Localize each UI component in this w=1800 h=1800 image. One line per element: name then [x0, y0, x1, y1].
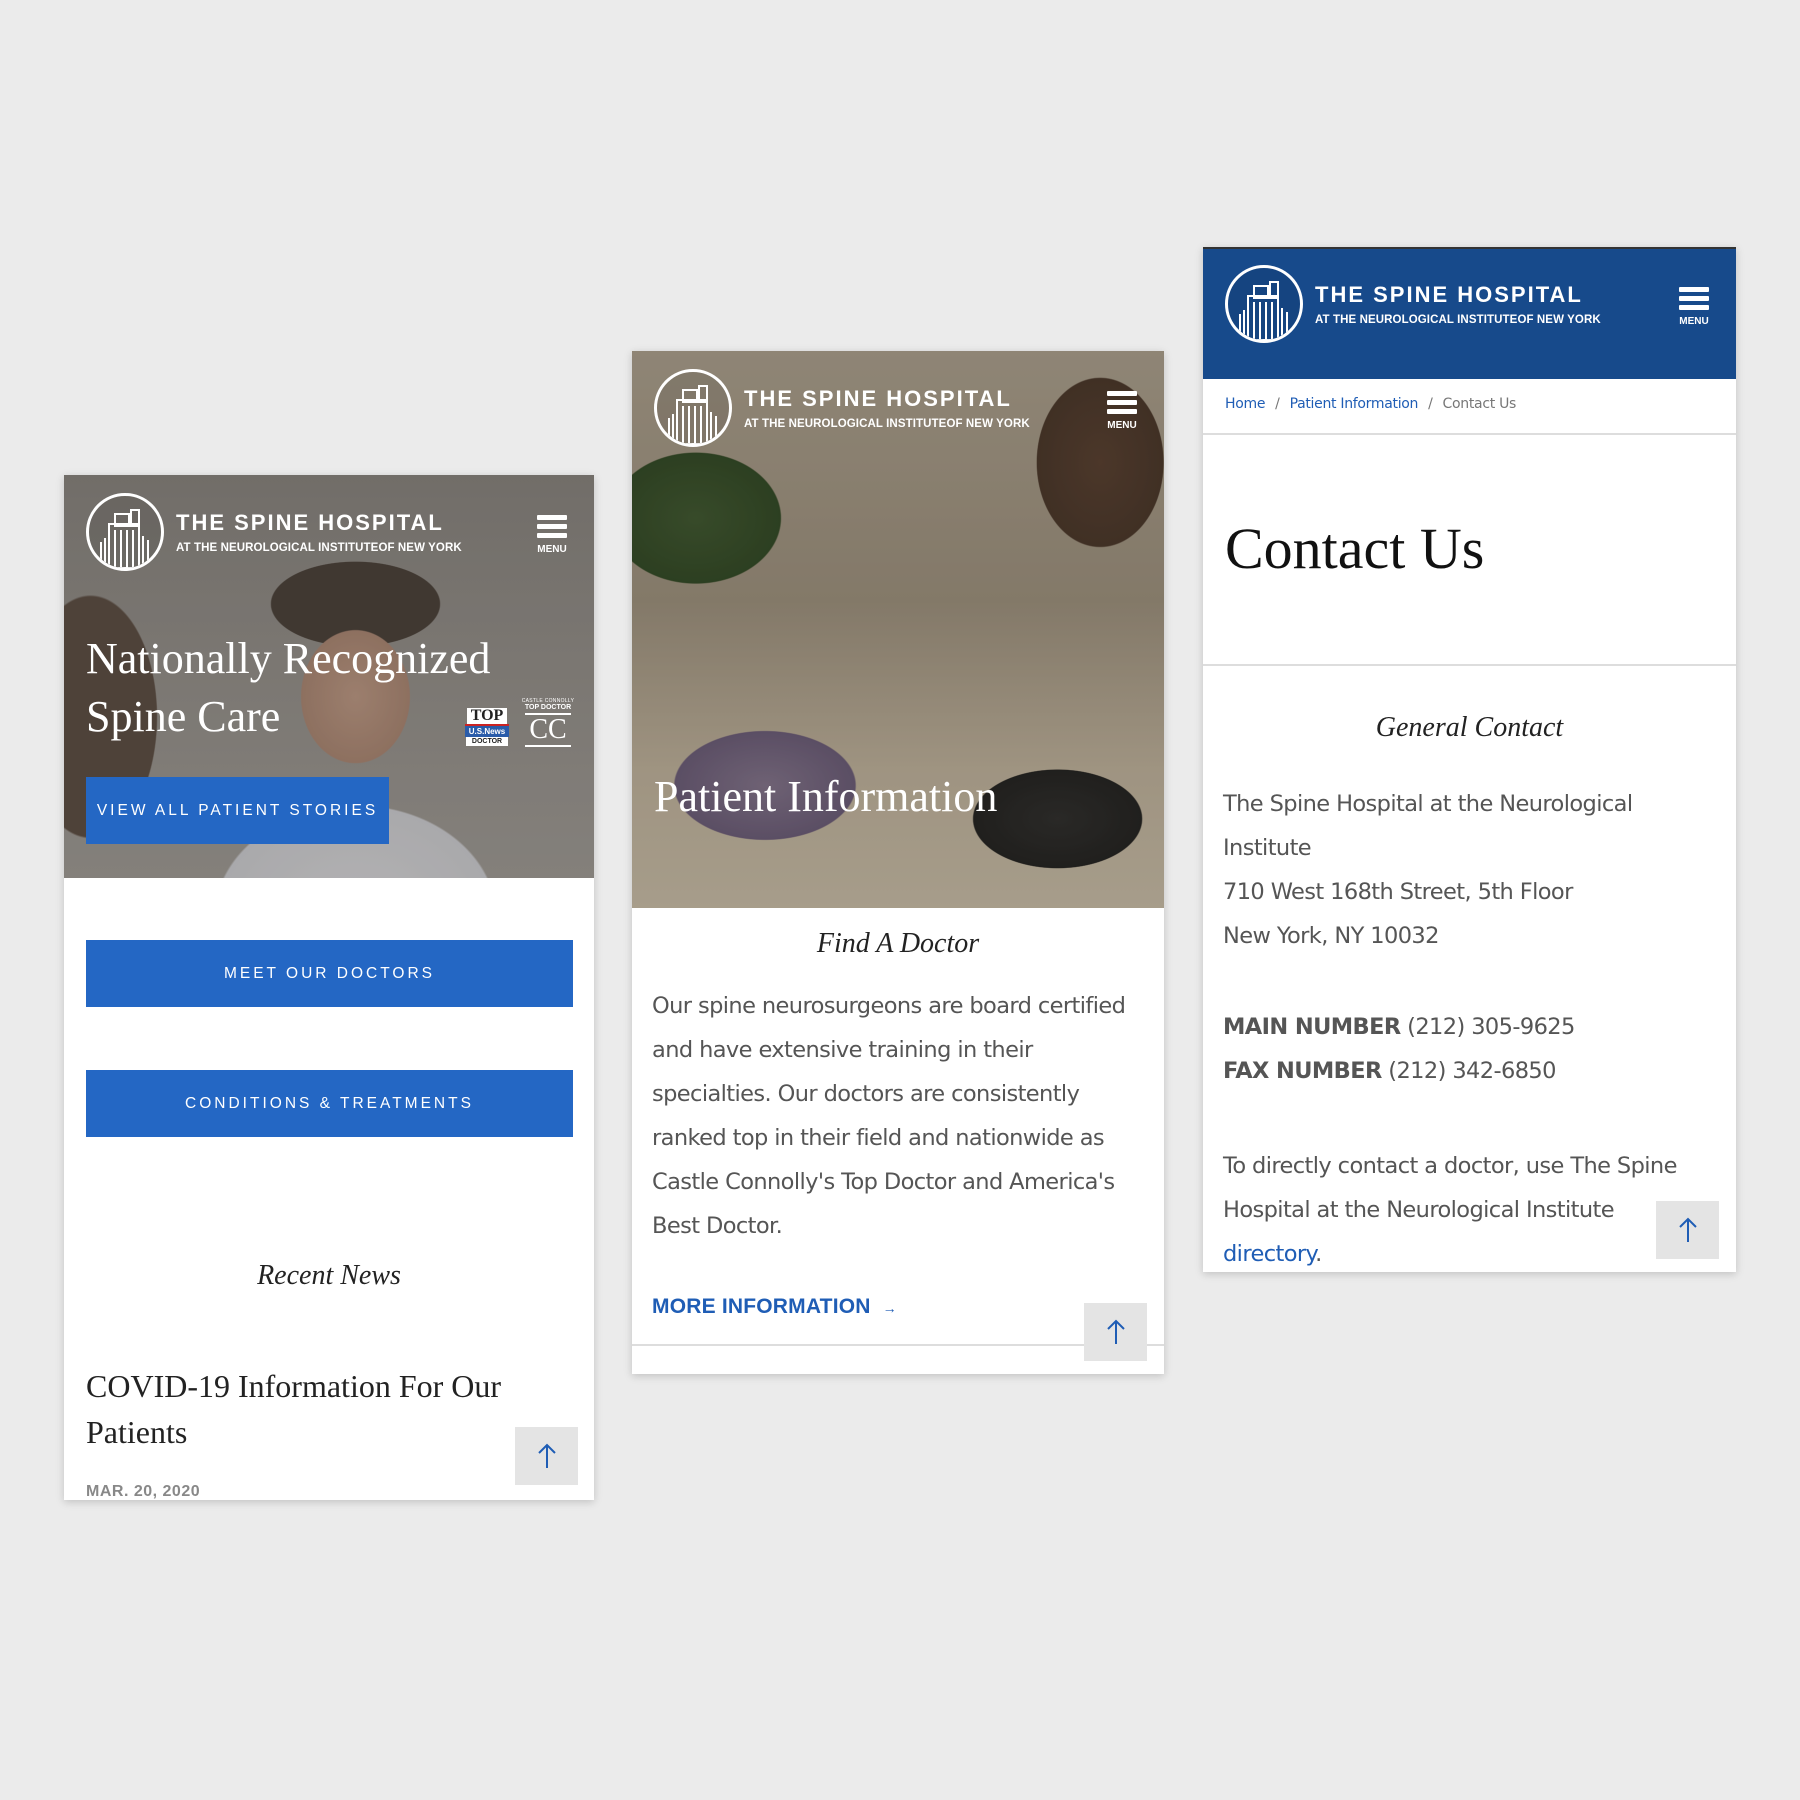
site-logo[interactable]: THE SPINE HOSPITAL AT THE NEUROLOGICAL I…	[1225, 265, 1601, 343]
arrow-up-icon	[537, 1443, 556, 1468]
more-information-label: MORE INFORMATION	[652, 1295, 871, 1318]
badge-usnews-text: U.S.News	[464, 724, 510, 737]
hamburger-icon-bar	[1679, 305, 1709, 310]
menu-button[interactable]: MENU	[1102, 391, 1142, 431]
breadcrumb: Home / Patient Information / Contact Us	[1225, 396, 1516, 412]
badge-doctor-text: DOCTOR	[465, 737, 509, 746]
fax-number-value: (212) 342-6850	[1388, 1058, 1556, 1084]
breadcrumb-separator: /	[1428, 396, 1433, 412]
recent-news-heading: Recent News	[257, 1260, 401, 1291]
hero-heading: Patient Information	[654, 772, 998, 821]
address-line-1: The Spine Hospital at the Neurological I…	[1223, 791, 1633, 861]
directory-link[interactable]: directory	[1223, 1241, 1316, 1267]
menu-button[interactable]: MENU	[532, 515, 572, 555]
breadcrumb-current: Contact Us	[1442, 396, 1517, 412]
main-number-row: MAIN NUMBER (212) 305-9625	[1223, 1005, 1718, 1049]
menu-label: MENU	[537, 544, 567, 555]
phone-home-screen: THE SPINE HOSPITAL AT THE NEUROLOGICAL I…	[64, 475, 594, 1500]
fax-number-row: FAX NUMBER (212) 342-6850	[1223, 1049, 1718, 1093]
building-logo-icon	[654, 369, 732, 447]
main-number-value[interactable]: (212) 305-9625	[1407, 1014, 1575, 1040]
menu-label: MENU	[1107, 420, 1137, 431]
view-patient-stories-button[interactable]: VIEW ALL PATIENT STORIES	[86, 777, 389, 844]
back-to-top-button[interactable]	[1084, 1303, 1147, 1361]
hamburger-icon-bar	[1107, 400, 1137, 405]
site-logo[interactable]: THE SPINE HOSPITAL AT THE NEUROLOGICAL I…	[86, 493, 462, 571]
back-to-top-button[interactable]	[1656, 1201, 1719, 1259]
divider	[1203, 433, 1736, 435]
arrow-up-icon	[1106, 1319, 1125, 1344]
phone-patient-info-screen: THE SPINE HOSPITAL AT THE NEUROLOGICAL I…	[632, 351, 1164, 1374]
menu-label: MENU	[1679, 316, 1709, 327]
castle-mark-icon: CC	[525, 713, 571, 747]
conditions-treatments-button[interactable]: CONDITIONS & TREATMENTS	[86, 1070, 573, 1137]
breadcrumb-separator: /	[1275, 396, 1280, 412]
hero-heading-line-1: Nationally Recognized	[86, 634, 491, 683]
arrow-up-icon	[1678, 1217, 1697, 1242]
phone-contact-us-screen: THE SPINE HOSPITAL AT THE NEUROLOGICAL I…	[1203, 247, 1736, 1272]
logo-title: THE SPINE HOSPITAL	[1315, 282, 1583, 307]
address-line-2: 710 West 168th Street, 5th Floor	[1223, 879, 1573, 905]
hamburger-icon-bar	[1679, 296, 1709, 301]
news-item-title-link[interactable]: COVID-19 Information For Our Patients	[86, 1363, 556, 1455]
directory-paragraph: To directly contact a doctor, use The Sp…	[1223, 1144, 1703, 1272]
breadcrumb-patient-information[interactable]: Patient Information	[1290, 396, 1419, 412]
castle-connolly-badge: CASTLE CONNOLLY TOP DOCTOR CC	[521, 698, 575, 758]
fax-number-label: FAX NUMBER	[1223, 1058, 1382, 1084]
logo-subtitle: AT THE NEUROLOGICAL INSTITUTEOF NEW YORK	[1315, 314, 1601, 326]
find-a-doctor-heading: Find A Doctor	[816, 928, 980, 959]
find-a-doctor-description: Our spine neurosurgeons are board certif…	[652, 993, 1126, 1239]
badge-top-text: TOP	[466, 708, 508, 724]
general-contact-heading: General Contact	[1375, 712, 1564, 743]
logo-subtitle: AT THE NEUROLOGICAL INSTITUTEOF NEW YORK	[176, 542, 462, 554]
news-item-date: MAR. 20, 2020	[86, 1483, 201, 1500]
back-to-top-button[interactable]	[515, 1427, 578, 1485]
hamburger-icon	[1679, 287, 1709, 292]
arrow-right-icon: →	[882, 1300, 897, 1316]
logo-title: THE SPINE HOSPITAL	[744, 386, 1012, 411]
hamburger-icon	[1107, 391, 1137, 396]
building-logo-icon	[86, 493, 164, 571]
contact-numbers: MAIN NUMBER (212) 305-9625 FAX NUMBER (2…	[1223, 1005, 1718, 1093]
more-information-link[interactable]: MORE INFORMATION →	[652, 1295, 897, 1319]
hero-heading-line-2: Spine Care	[86, 692, 281, 741]
meet-our-doctors-button[interactable]: MEET OUR DOCTORS	[86, 940, 573, 1007]
usnews-top-doctor-badge: TOP U.S.News DOCTOR	[459, 708, 515, 758]
hamburger-icon-bar	[1107, 409, 1137, 414]
breadcrumb-home[interactable]: Home	[1225, 396, 1265, 412]
menu-button[interactable]: MENU	[1674, 287, 1714, 327]
building-logo-icon	[1225, 265, 1303, 343]
castle-top-text: TOP DOCTOR	[524, 704, 572, 711]
hero-heading: Nationally Recognized Spine Care	[86, 630, 490, 746]
logo-subtitle: AT THE NEUROLOGICAL INSTITUTEOF NEW YORK	[744, 418, 1030, 430]
address-line-3: New York, NY 10032	[1223, 923, 1439, 949]
divider	[1203, 664, 1736, 666]
directory-text: To directly contact a doctor, use The Sp…	[1223, 1153, 1677, 1223]
site-logo[interactable]: THE SPINE HOSPITAL AT THE NEUROLOGICAL I…	[654, 369, 1030, 447]
logo-title: THE SPINE HOSPITAL	[176, 510, 444, 535]
directory-period: .	[1315, 1241, 1322, 1267]
hamburger-icon-bar	[537, 524, 567, 529]
main-number-label: MAIN NUMBER	[1223, 1014, 1401, 1040]
contact-address: The Spine Hospital at the Neurological I…	[1223, 782, 1718, 958]
hamburger-icon-bar	[537, 533, 567, 538]
page-title: Contact Us	[1225, 516, 1485, 581]
hamburger-icon	[537, 515, 567, 520]
